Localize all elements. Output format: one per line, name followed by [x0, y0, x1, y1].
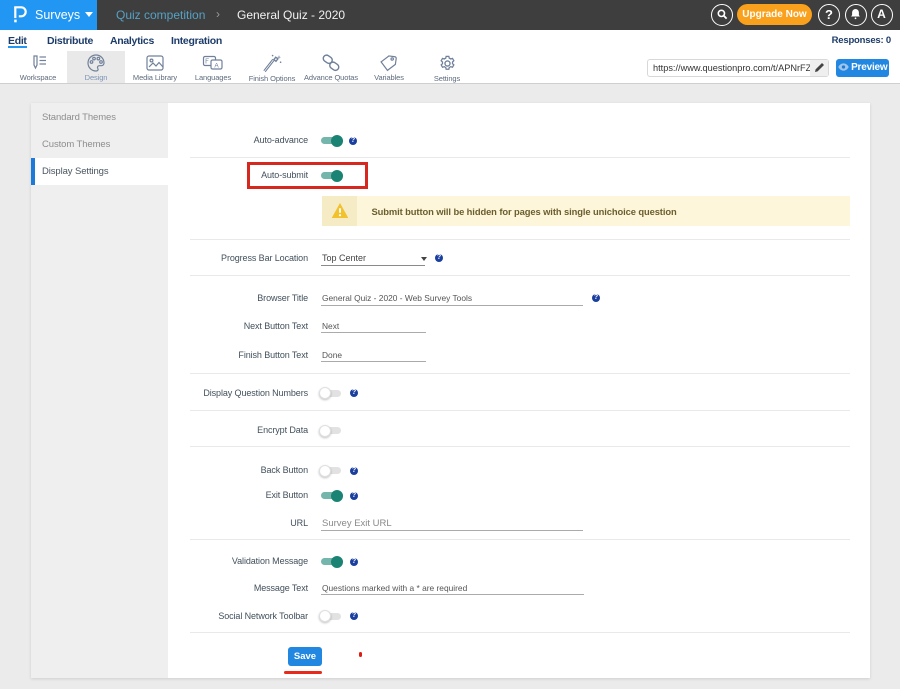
svg-text:Ｆ: Ｆ: [204, 58, 210, 65]
